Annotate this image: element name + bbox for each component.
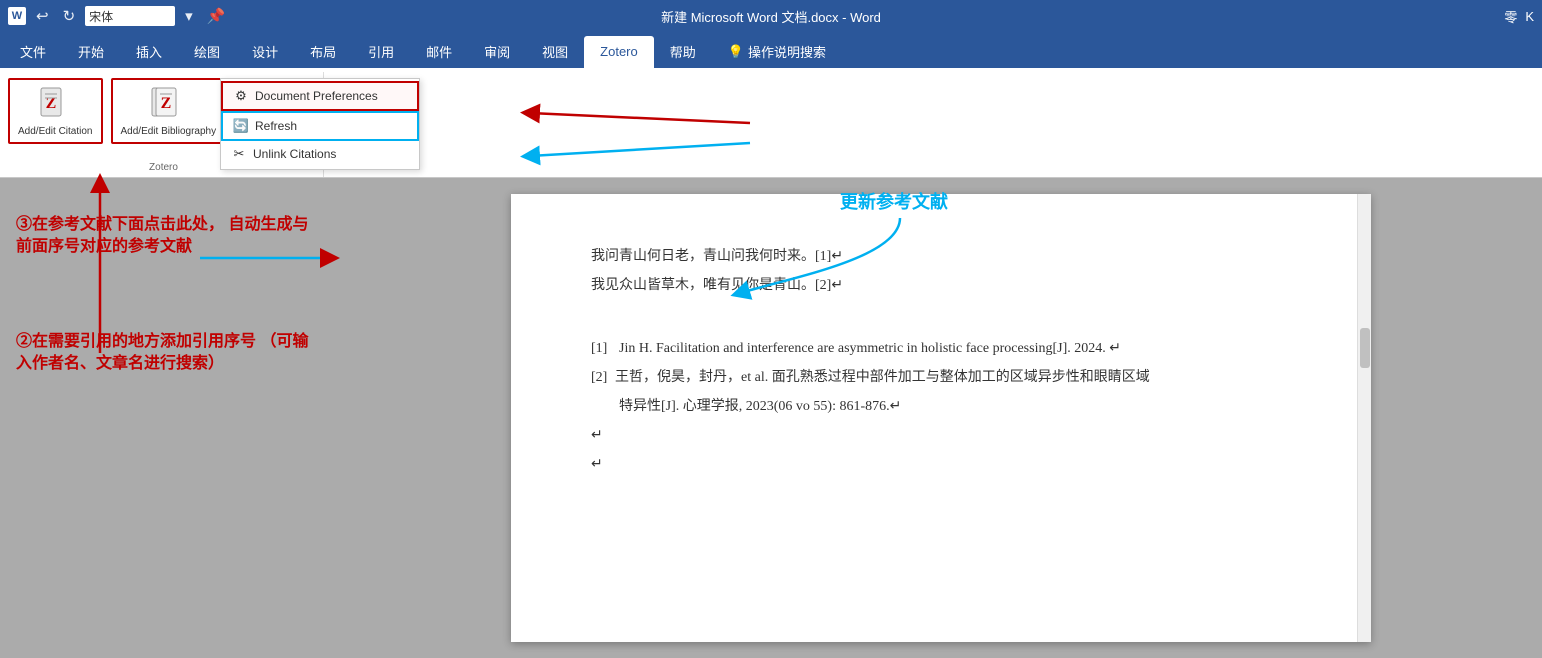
empty-line-2: ↵ <box>591 452 1291 477</box>
document-preferences-menuitem[interactable]: ⚙ Document Preferences <box>221 81 419 111</box>
step2-annotation: ②在需要引用的地方添加引用序号 （可输入作者名、文章名进行搜索） <box>16 331 324 376</box>
tab-search[interactable]: 💡 操作说明搜索 <box>712 36 842 68</box>
citation-icon: Z <box>35 84 75 124</box>
update-ref-text: 更新参考文献 <box>840 188 948 214</box>
tab-draw[interactable]: 绘图 <box>178 36 236 68</box>
ribbon-tabs: 文件 开始 插入 绘图 设计 布局 引用 邮件 审阅 视图 Zotero 帮助 … <box>0 32 1542 68</box>
redo-button[interactable]: ↻ <box>59 7 80 25</box>
tab-mailings[interactable]: 邮件 <box>410 36 468 68</box>
ref-1-num: [1] <box>591 336 615 361</box>
preferences-icon: ⚙ <box>233 88 249 104</box>
update-ref-annotation: 更新参考文献 <box>840 188 948 214</box>
ref-1: [1] Jin H. Facilitation and interference… <box>591 336 1291 361</box>
citation-button-label: Add/Edit Citation <box>18 126 93 138</box>
font-selector-input[interactable] <box>85 6 175 26</box>
dropdown-arrow-icon[interactable]: ▾ <box>181 7 197 25</box>
tab-view[interactable]: 视图 <box>526 36 584 68</box>
add-edit-bibliography-button[interactable]: Z Add/Edit Bibliography <box>111 78 227 144</box>
refresh-icon: 🔄 <box>233 118 249 134</box>
main-area: ③在参考文献下面点击此处， 自动生成与前面序号对应的参考文献 ②在需要引用的地方… <box>0 178 1542 658</box>
unlink-icon: ✂ <box>231 146 247 162</box>
word-icon: W <box>8 7 26 25</box>
zotero-dropdown-menu: ⚙ Document Preferences 🔄 Refresh ✂ Unlin… <box>220 78 420 170</box>
references-section: [1] Jin H. Facilitation and interference… <box>591 336 1291 420</box>
document-content[interactable]: 我问青山何日老，青山问我何时来。[1]↵ 我见众山皆草木，唯有见你是青山。[2]… <box>591 244 1291 478</box>
ref-1-text: Jin H. Facilitation and interference are… <box>619 336 1121 361</box>
sidebar-annotation: ③在参考文献下面点击此处， 自动生成与前面序号对应的参考文献 ②在需要引用的地方… <box>0 178 340 658</box>
title-bar-left: W ↩ ↻ ▾ 📌 <box>8 6 229 26</box>
step3-annotation: ③在参考文献下面点击此处， 自动生成与前面序号对应的参考文献 <box>16 214 324 259</box>
ribbon-toolbar: Z Add/Edit Citation Z Add/ <box>0 68 1542 178</box>
document-page: 我问青山何日老，青山问我何时来。[1]↵ 我见众山皆草木，唯有见你是青山。[2]… <box>511 194 1371 642</box>
pin-icon[interactable]: 📌 <box>203 7 230 25</box>
tab-home[interactable]: 开始 <box>62 36 120 68</box>
tab-review[interactable]: 审阅 <box>468 36 526 68</box>
tab-design[interactable]: 设计 <box>236 36 294 68</box>
document-area: 更新参考文献 我问青山何日老，青山问我何时来。[1]↵ 我见众山皆 <box>340 178 1542 658</box>
add-edit-citation-button[interactable]: Z Add/Edit Citation <box>8 78 103 144</box>
scroll-bar[interactable] <box>1357 194 1371 642</box>
bibliography-icon: Z <box>148 84 188 124</box>
bibliography-button-label: Add/Edit Bibliography <box>121 126 217 138</box>
unlink-citations-menuitem[interactable]: ✂ Unlink Citations <box>221 141 419 167</box>
tab-references[interactable]: 引用 <box>352 36 410 68</box>
tab-insert[interactable]: 插入 <box>120 36 178 68</box>
minimize-button[interactable]: 零 <box>1504 7 1517 26</box>
tab-zotero[interactable]: Zotero <box>584 36 654 68</box>
undo-button[interactable]: ↩ <box>32 7 53 25</box>
tab-help[interactable]: 帮助 <box>654 36 712 68</box>
tab-layout[interactable]: 布局 <box>294 36 352 68</box>
title-bar: W ↩ ↻ ▾ 📌 新建 Microsoft Word 文档.docx - Wo… <box>0 0 1542 32</box>
step3-text: ③在参考文献下面点击此处， 自动生成与前面序号对应的参考文献 <box>16 214 324 259</box>
user-avatar[interactable]: K <box>1525 9 1534 24</box>
refresh-menuitem[interactable]: 🔄 Refresh <box>221 111 419 141</box>
doc-line-2: 我见众山皆草木，唯有见你是青山。[2]↵ <box>591 273 1291 298</box>
doc-line-1: 我问青山何日老，青山问我何时来。[1]↵ <box>591 244 1291 269</box>
empty-line-1: ↵ <box>591 423 1291 448</box>
window-title: 新建 Microsoft Word 文档.docx - Word <box>661 7 881 26</box>
step2-text: ②在需要引用的地方添加引用序号 （可输入作者名、文章名进行搜索） <box>16 331 324 376</box>
ref-2: [2] 王哲，倪昊，封丹，et al. 面孔熟悉过程中部件加工与整体加工的区域异… <box>591 365 1291 419</box>
tab-file[interactable]: 文件 <box>4 36 62 68</box>
title-bar-controls: 零 K <box>1504 7 1534 26</box>
scroll-thumb[interactable] <box>1360 328 1370 368</box>
svg-text:Z: Z <box>161 95 172 112</box>
